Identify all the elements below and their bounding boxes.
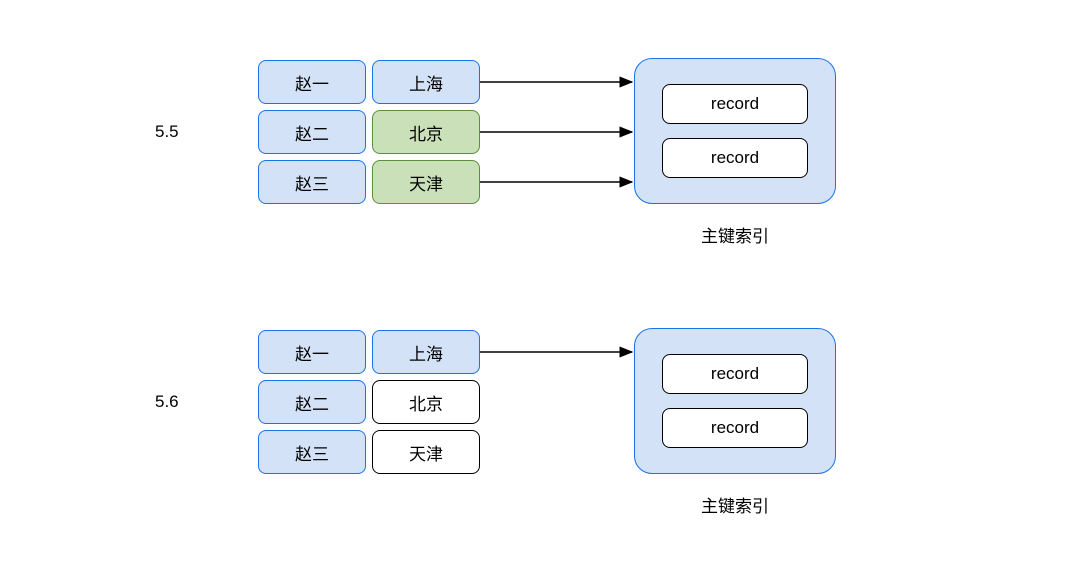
- version-label-bottom: 5.6: [155, 392, 179, 412]
- name-cell: 赵一: [258, 60, 366, 104]
- record-box: record: [662, 138, 808, 178]
- diagram-canvas: 5.5 赵一 赵二 赵三 上海 北京 天津 record record 主键索引…: [0, 0, 1080, 587]
- city-cell: 上海: [372, 60, 480, 104]
- record-box: record: [662, 84, 808, 124]
- primary-index-box: record record: [634, 328, 836, 474]
- record-box: record: [662, 408, 808, 448]
- name-cell: 赵二: [258, 110, 366, 154]
- city-cell: 北京: [372, 380, 480, 424]
- index-caption: 主键索引: [634, 492, 836, 517]
- city-cell: 上海: [372, 330, 480, 374]
- city-cell: 天津: [372, 430, 480, 474]
- arrows-layer: [0, 0, 1080, 587]
- version-label-top: 5.5: [155, 122, 179, 142]
- city-cell: 北京: [372, 110, 480, 154]
- name-cell: 赵二: [258, 380, 366, 424]
- name-cell: 赵三: [258, 430, 366, 474]
- city-cell: 天津: [372, 160, 480, 204]
- primary-index-box: record record: [634, 58, 836, 204]
- record-box: record: [662, 354, 808, 394]
- index-caption: 主键索引: [634, 222, 836, 247]
- name-cell: 赵三: [258, 160, 366, 204]
- name-cell: 赵一: [258, 330, 366, 374]
